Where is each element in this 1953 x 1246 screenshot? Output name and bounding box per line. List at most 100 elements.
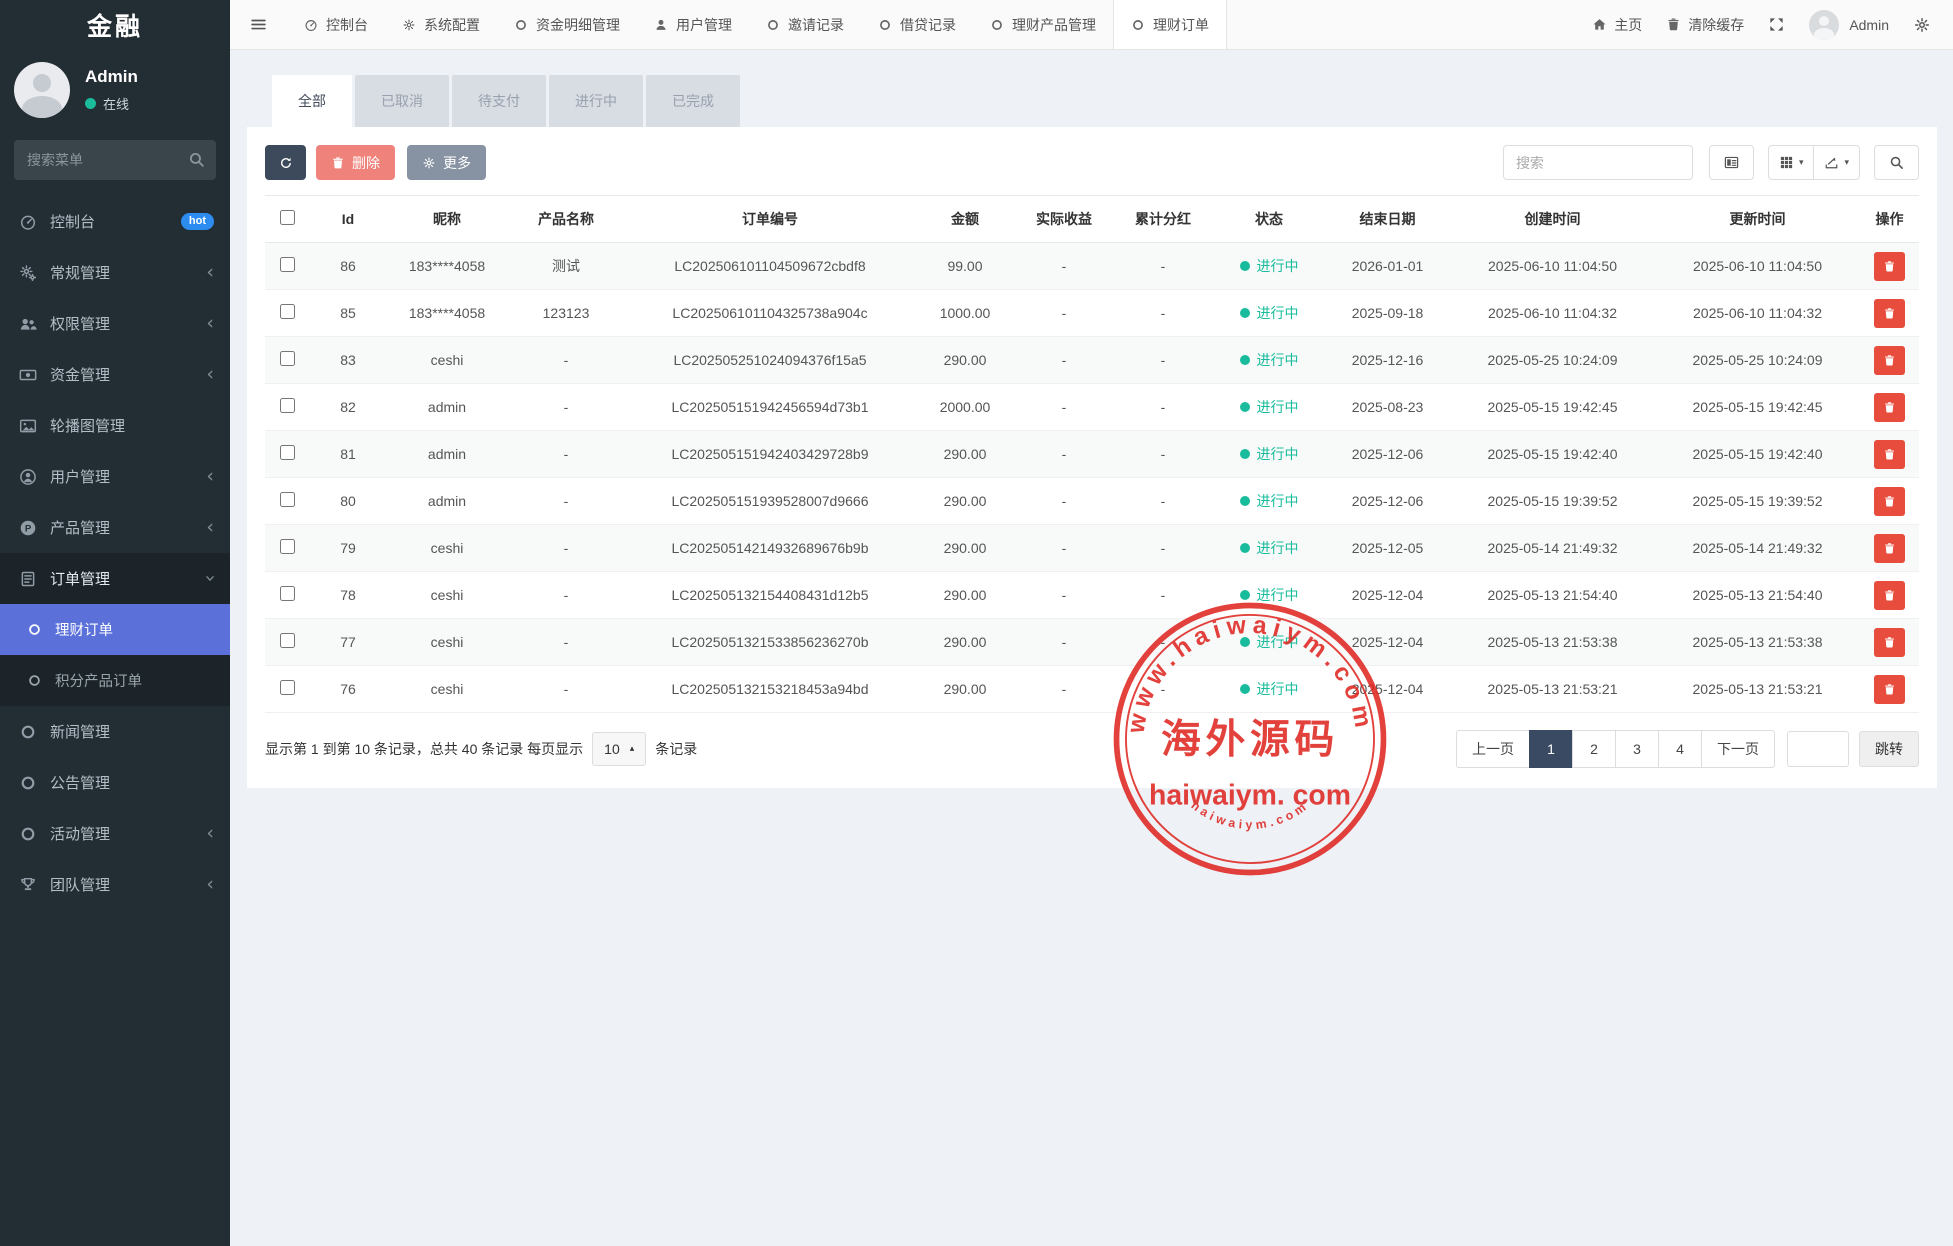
page-size-value: 10	[604, 741, 620, 757]
row-delete-button[interactable]	[1874, 581, 1905, 610]
filter-tab-2[interactable]: 待支付	[452, 75, 546, 127]
column-header-actual-income: 实际收益	[1015, 196, 1113, 243]
search-toggle-button[interactable]	[1874, 145, 1919, 180]
prev-page-button[interactable]: 上一页	[1456, 730, 1530, 768]
sidebar-item-auth[interactable]: 权限管理‹	[0, 298, 230, 349]
cell-created-at: 2025-05-15 19:42:45	[1450, 384, 1655, 431]
page-jump-input[interactable]	[1787, 731, 1849, 767]
status-dot	[1240, 402, 1250, 412]
fullscreen-icon[interactable]	[1768, 16, 1785, 33]
sidebar-item-general[interactable]: 常规管理‹	[0, 247, 230, 298]
next-page-button[interactable]: 下一页	[1701, 730, 1775, 768]
clear-cache-link[interactable]: 清除缓存	[1666, 15, 1744, 35]
user-menu[interactable]: Admin	[1809, 10, 1889, 40]
page-button-3[interactable]: 3	[1615, 730, 1659, 768]
sidebar-toggle-button[interactable]	[230, 0, 287, 49]
cell-total-dividend: -	[1113, 619, 1213, 666]
sidebar-item-news[interactable]: 新闻管理	[0, 706, 230, 757]
sidebar-search-input[interactable]	[14, 140, 216, 180]
row-checkbox[interactable]	[280, 257, 295, 272]
sidebar-item-user[interactable]: 用户管理‹	[0, 451, 230, 502]
filter-tab-4[interactable]: 已完成	[646, 75, 740, 127]
sidebar-item-order[interactable]: 订单管理‹	[0, 553, 230, 604]
circle-icon	[766, 18, 780, 32]
detail-view-button[interactable]	[1709, 145, 1754, 180]
status-filter-tabs: 全部已取消待支付进行中已完成	[247, 75, 1937, 127]
filter-tab-0[interactable]: 全部	[272, 75, 352, 127]
row-checkbox[interactable]	[280, 633, 295, 648]
circle-icon	[19, 825, 37, 843]
cell-product-name: 测试	[507, 243, 625, 290]
filter-tab-3[interactable]: 进行中	[549, 75, 643, 127]
nav-tab-loan-record[interactable]: 借贷记录	[861, 0, 973, 49]
trophy-icon	[19, 876, 37, 894]
row-delete-button[interactable]	[1874, 534, 1905, 563]
nav-tab-user-manage[interactable]: 用户管理	[637, 0, 749, 49]
page-button-2[interactable]: 2	[1572, 730, 1616, 768]
cell-created-at: 2025-05-13 21:53:21	[1450, 666, 1655, 713]
sidebar-item-team[interactable]: 团队管理‹	[0, 859, 230, 910]
status-dot	[1240, 543, 1250, 553]
row-checkbox[interactable]	[280, 398, 295, 413]
row-checkbox[interactable]	[280, 586, 295, 601]
row-checkbox[interactable]	[280, 680, 295, 695]
row-delete-button[interactable]	[1874, 346, 1905, 375]
avatar[interactable]	[14, 62, 70, 118]
row-delete-button[interactable]	[1874, 252, 1905, 281]
row-delete-button[interactable]	[1874, 487, 1905, 516]
select-all-checkbox[interactable]	[280, 210, 295, 225]
sidebar-item-fund[interactable]: 资金管理‹	[0, 349, 230, 400]
trash-icon	[1883, 448, 1896, 461]
refresh-button[interactable]	[265, 145, 306, 180]
row-delete-button[interactable]	[1874, 675, 1905, 704]
row-delete-button[interactable]	[1874, 628, 1905, 657]
sidebar-search	[14, 140, 216, 180]
cell-product-name: -	[507, 572, 625, 619]
sidebar-item-notice[interactable]: 公告管理	[0, 757, 230, 808]
sidebar-item-banner[interactable]: 轮播图管理	[0, 400, 230, 451]
nav-tab-fund-detail[interactable]: 资金明细管理	[497, 0, 637, 49]
export-button[interactable]: ▾	[1813, 145, 1860, 180]
settings-cogs-icon[interactable]	[1913, 16, 1931, 34]
row-delete-button[interactable]	[1874, 299, 1905, 328]
nav-tab-system-config[interactable]: 系统配置	[385, 0, 497, 49]
delete-button[interactable]: 删除	[316, 145, 395, 180]
sidebar-item-dashboard[interactable]: 控制台hot	[0, 196, 230, 247]
refresh-icon	[279, 156, 293, 170]
trash-icon	[1883, 401, 1896, 414]
row-delete-button[interactable]	[1874, 393, 1905, 422]
page-button-1[interactable]: 1	[1529, 730, 1573, 768]
more-button[interactable]: 更多	[407, 145, 486, 180]
sidebar-item-score-order[interactable]: 积分产品订单	[0, 655, 230, 706]
nav-tab-label: 用户管理	[676, 15, 732, 35]
cell-end-date: 2025-12-06	[1325, 431, 1450, 478]
page-button-4[interactable]: 4	[1658, 730, 1702, 768]
nav-tab-finance-order[interactable]: 理财订单	[1113, 0, 1227, 49]
row-checkbox[interactable]	[280, 351, 295, 366]
sidebar-item-label: 团队管理	[50, 874, 206, 895]
row-checkbox[interactable]	[280, 304, 295, 319]
cell-nickname: ceshi	[387, 525, 507, 572]
nav-tab-finance-product[interactable]: 理财产品管理	[973, 0, 1113, 49]
home-link[interactable]: 主页	[1592, 15, 1642, 35]
row-delete-button[interactable]	[1874, 440, 1905, 469]
sidebar-item-finance-order[interactable]: 理财订单	[0, 604, 230, 655]
navbar-right: 主页 清除缓存 Admin	[1592, 0, 1953, 49]
nav-tab-dashboard[interactable]: 控制台	[287, 0, 385, 49]
sidebar-item-product[interactable]: P产品管理‹	[0, 502, 230, 553]
row-checkbox[interactable]	[280, 492, 295, 507]
sidebar-item-label: 订单管理	[50, 568, 206, 589]
table-search-input[interactable]	[1503, 145, 1693, 180]
cell-end-date: 2025-12-06	[1325, 478, 1450, 525]
top-navbar: 控制台系统配置资金明细管理 用户管理邀请记录借贷记录理财产品管理理财订单 主页 清…	[230, 0, 1953, 50]
row-checkbox[interactable]	[280, 445, 295, 460]
page-size-select[interactable]: 10 ▴	[592, 732, 646, 766]
nav-tab-invite-record[interactable]: 邀请记录	[749, 0, 861, 49]
filter-tab-1[interactable]: 已取消	[355, 75, 449, 127]
row-checkbox[interactable]	[280, 539, 295, 554]
sidebar-item-label: 用户管理	[50, 466, 206, 487]
sidebar-item-activity[interactable]: 活动管理‹	[0, 808, 230, 859]
row-checkbox-cell	[265, 290, 309, 337]
page-jump-button[interactable]: 跳转	[1859, 731, 1919, 767]
columns-button[interactable]: ▾	[1768, 145, 1815, 180]
